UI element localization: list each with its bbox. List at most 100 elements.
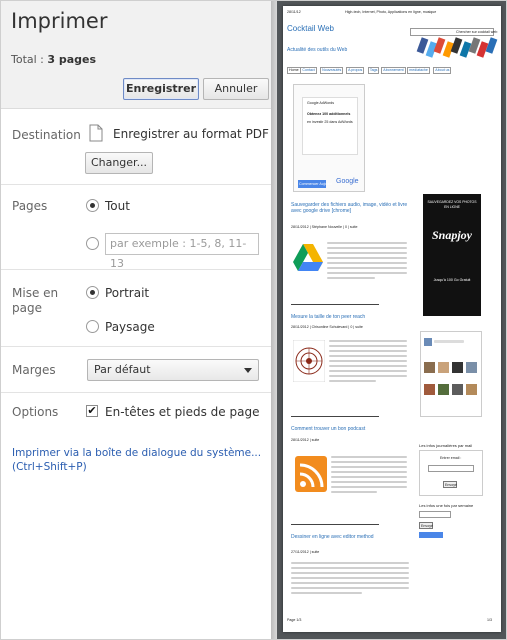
preview-nav-tab: Home — [287, 67, 301, 74]
peer-reach-icon — [292, 339, 326, 383]
preview-site-subtitle: Actualité des outils du Web — [287, 47, 348, 53]
total-value: 3 pages — [47, 53, 97, 66]
text-line — [327, 247, 407, 249]
text-line — [291, 567, 409, 569]
chevron-down-icon — [244, 368, 252, 373]
preview-widget-avatar — [424, 338, 432, 346]
text-line — [291, 592, 362, 594]
margins-selected: Par défaut — [94, 363, 151, 376]
layout-section: Mise en page — [1, 270, 271, 347]
preview-post-1-title: Sauvegarder des fichiers audio, image, v… — [291, 202, 408, 214]
preview-widget-grid — [424, 362, 480, 412]
text-line — [291, 572, 409, 574]
preview-site-title: Cocktail Web — [287, 24, 334, 33]
preview-post-2-text — [329, 340, 409, 384]
text-line — [331, 491, 377, 493]
pages-all-radio[interactable] — [86, 199, 99, 212]
text-line — [329, 350, 407, 352]
text-line — [329, 365, 407, 367]
preview-post-4-text — [291, 562, 411, 598]
text-line — [329, 340, 407, 342]
portrait-label: Portrait — [105, 286, 150, 300]
text-line — [331, 461, 407, 463]
layout-label: Mise en page — [12, 286, 59, 315]
text-line — [327, 262, 407, 264]
margins-select[interactable]: Par défaut — [87, 359, 259, 381]
preview-post-3-meta: 28/11/2012 | suite — [291, 438, 320, 442]
print-settings-panel: Imprimer Total : 3 pages Enregistrer Ann… — [1, 1, 271, 639]
preview-snapjoy-ad: SAUVEGARDEZ VOS PHOTOS EN LIGNE Snapjoy … — [423, 194, 481, 316]
preview-post-1-meta: 28/11/2012 | Stéphane Nouvelle | 0 | sui… — [291, 225, 358, 229]
text-line — [329, 375, 407, 377]
preview-ad-card: Google AdWords Obtenez 100 additionnels … — [302, 97, 358, 155]
page-range-input[interactable]: par exemple : 1-5, 8, 11-13 — [105, 233, 259, 270]
preview-ad-offer: Obtenez 100 additionnels — [307, 112, 351, 116]
podcast-rss-icon — [295, 456, 327, 492]
text-line — [329, 370, 407, 372]
preview-post-2-divider — [291, 416, 379, 417]
avatar — [438, 362, 449, 373]
preview-nav-tab: Contact — [300, 67, 317, 74]
preview-widget-line — [434, 340, 464, 343]
headers-footers-label: En-têtes et pieds de page — [105, 405, 260, 419]
preview-ad-logo: Google — [336, 178, 359, 185]
avatar — [424, 384, 435, 395]
preview-daily-email-label: Entrer email : — [440, 456, 462, 460]
text-line — [291, 587, 409, 589]
save-button[interactable]: Enregistrer — [123, 78, 199, 100]
avatar — [466, 362, 477, 373]
avatar — [466, 384, 477, 395]
preview-post-1-divider — [291, 304, 379, 305]
google-drive-icon — [293, 244, 323, 274]
preview-post-3-divider — [291, 524, 379, 525]
social-badge-icon — [485, 37, 498, 54]
text-line — [327, 257, 407, 259]
preview-post-4-title: Dessiner en ligne avec editor method — [291, 534, 374, 540]
preview-social-icons — [416, 37, 499, 60]
avatar — [438, 384, 449, 395]
landscape-label: Paysage — [105, 320, 155, 334]
preview-nav-tab: About us — [433, 67, 452, 74]
text-line — [331, 486, 407, 488]
preview-snapjoy-bottom: Jusqu'à 100 Go Gratuit — [433, 278, 471, 282]
preview-post-3-text — [331, 456, 409, 496]
preview-ad-button: Commencer Aujourd — [298, 180, 332, 188]
preview-snapjoy-top: SAUVEGARDEZ VOS PHOTOS EN LIGNE — [427, 200, 477, 209]
cancel-button[interactable]: Annuler — [203, 78, 269, 100]
text-line — [327, 272, 407, 274]
pages-section: Pages — [1, 185, 271, 270]
preview-nav-tab: A propos — [346, 67, 365, 74]
dialog-header: Imprimer Total : 3 pages Enregistrer Ann… — [1, 1, 271, 109]
preview-nav-tab: mediatache — [407, 67, 430, 74]
text-line — [327, 252, 407, 254]
text-line — [291, 562, 409, 564]
text-line — [329, 360, 407, 362]
preview-page[interactable]: 28/11/12 High-tech, Internet, Photo, App… — [283, 6, 501, 632]
landscape-radio[interactable] — [86, 320, 99, 333]
preview-weekly-input — [419, 511, 451, 518]
text-line — [329, 355, 407, 357]
avatar — [452, 384, 463, 395]
preview-ad-button-label: Commencer Aujourd — [299, 182, 332, 186]
preview-daily-form: Entrer email : Envoyé — [419, 450, 483, 496]
change-destination-button[interactable]: Changer... — [85, 152, 153, 174]
dialog-title: Imprimer — [11, 9, 108, 33]
preview-header-date: 28/11/12 — [287, 10, 301, 14]
pages-custom-radio[interactable] — [86, 237, 99, 250]
headers-footers-checkbox[interactable]: ✔ — [86, 405, 98, 417]
preview-post-2-title: Mesure la taille de ton peer reach — [291, 314, 366, 320]
total-label: Total : — [11, 53, 44, 66]
system-dialog-link[interactable]: Imprimer via la boîte de dialogue du sys… — [12, 446, 262, 474]
margins-label: Marges — [12, 363, 56, 377]
text-line — [291, 577, 409, 579]
portrait-radio[interactable] — [86, 286, 99, 299]
text-line — [331, 481, 407, 483]
text-line — [331, 456, 407, 458]
preview-sidebar-heading-weekly: Les infos une fois par semaine — [419, 503, 474, 508]
text-line — [327, 242, 407, 244]
preview-footer-left: Page 1/3 — [287, 618, 302, 622]
preview-ad-title: Google AdWords — [307, 101, 335, 105]
text-line — [331, 476, 407, 478]
text-line — [329, 345, 407, 347]
avatar — [424, 362, 435, 373]
